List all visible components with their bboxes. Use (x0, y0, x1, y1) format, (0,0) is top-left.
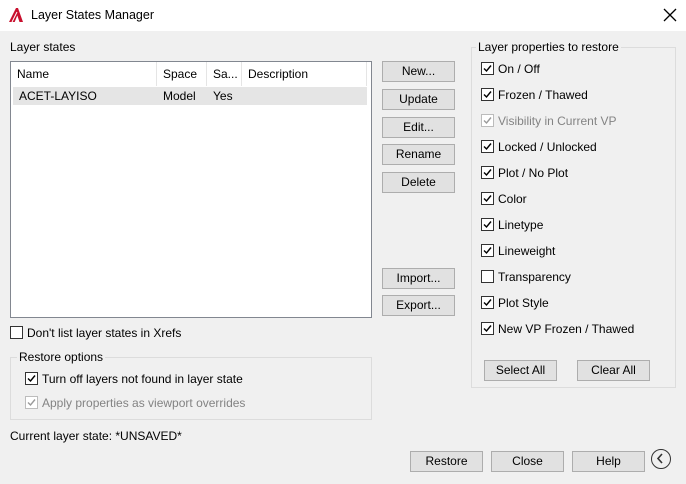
export-button[interactable]: Export... (382, 295, 455, 316)
collapse-button[interactable] (651, 449, 671, 469)
update-button-label: Update (399, 92, 438, 106)
delete-button-label: Delete (401, 175, 436, 189)
property-option[interactable]: Frozen / Thawed (481, 87, 588, 105)
window-title: Layer States Manager (31, 8, 154, 22)
property-option[interactable]: Plot / No Plot (481, 165, 568, 183)
property-checkbox[interactable] (481, 296, 494, 310)
property-checkbox[interactable] (481, 244, 494, 258)
property-option[interactable]: Lineweight (481, 243, 555, 261)
property-checkbox[interactable] (481, 140, 494, 154)
cell-name: ACET-LAYISO (19, 89, 97, 103)
close-icon (663, 8, 677, 22)
update-button[interactable]: Update (382, 89, 455, 110)
xrefs-checkbox[interactable] (10, 326, 23, 340)
chevron-left-icon (656, 453, 663, 464)
import-button[interactable]: Import... (382, 268, 455, 289)
restore-option-viewport-overrides: Apply properties as viewport overrides (25, 395, 245, 413)
close-label: Close (512, 454, 543, 468)
edit-button-label: Edit... (403, 120, 434, 134)
column-header-name[interactable]: Name (11, 62, 157, 86)
property-label: Transparency (498, 269, 571, 284)
export-button-label: Export... (396, 298, 441, 312)
restore-label: Restore (425, 454, 468, 468)
help-button[interactable]: Help (572, 451, 645, 472)
table-row[interactable]: ACET-LAYISO Model Yes (13, 87, 367, 105)
viewport-overrides-checkbox (25, 396, 38, 410)
property-label: New VP Frozen / Thawed (498, 321, 635, 336)
cell-saved: Yes (213, 89, 233, 103)
property-checkbox[interactable] (481, 322, 494, 336)
new-button-label: New... (401, 64, 436, 78)
property-option[interactable]: Linetype (481, 217, 543, 235)
property-option[interactable]: Plot Style (481, 295, 549, 313)
layer-states-label: Layer states (10, 40, 76, 54)
column-header-saved[interactable]: Sa... (207, 62, 242, 86)
property-label: Visibility in Current VP (498, 113, 617, 128)
property-label: Locked / Unlocked (498, 139, 597, 154)
restore-button[interactable]: Restore (410, 451, 483, 472)
turn-off-label: Turn off layers not found in layer state (42, 371, 243, 386)
property-option[interactable]: Color (481, 191, 527, 209)
property-label: On / Off (498, 61, 540, 76)
property-option[interactable]: New VP Frozen / Thawed (481, 321, 634, 339)
viewport-overrides-label: Apply properties as viewport overrides (42, 395, 246, 410)
property-checkbox[interactable] (481, 218, 494, 232)
clear-all-button[interactable]: Clear All (577, 360, 650, 381)
property-checkbox[interactable] (481, 166, 494, 180)
property-checkbox[interactable] (481, 88, 494, 102)
current-layer-state: Current layer state: *UNSAVED* (10, 429, 182, 443)
delete-button[interactable]: Delete (382, 172, 455, 193)
property-label: Color (498, 191, 527, 206)
property-label: Plot Style (498, 295, 549, 310)
xrefs-option[interactable]: Don't list layer states in Xrefs (10, 325, 181, 343)
restore-options-label: Restore options (17, 350, 106, 364)
select-all-label: Select All (495, 363, 546, 377)
close-button[interactable]: Close (491, 451, 564, 472)
turn-off-checkbox[interactable] (25, 372, 38, 386)
property-checkbox[interactable] (481, 62, 494, 76)
property-label: Frozen / Thawed (498, 87, 588, 102)
autocad-app-icon (9, 8, 23, 23)
new-button[interactable]: New... (382, 61, 455, 82)
property-checkbox[interactable] (481, 192, 494, 206)
cell-space: Model (163, 89, 196, 103)
edit-button[interactable]: Edit... (382, 117, 455, 138)
property-label: Lineweight (498, 243, 556, 258)
help-label: Help (596, 454, 621, 468)
property-option[interactable]: Transparency (481, 269, 571, 287)
property-checkbox[interactable] (481, 270, 494, 284)
column-header-space[interactable]: Space (157, 62, 207, 86)
property-label: Linetype (498, 217, 544, 232)
properties-label: Layer properties to restore (476, 40, 621, 54)
cell-description (242, 87, 248, 105)
rename-button[interactable]: Rename (382, 144, 455, 165)
xrefs-label: Don't list layer states in Xrefs (27, 325, 182, 340)
select-all-button[interactable]: Select All (484, 360, 557, 381)
close-window-button[interactable] (660, 5, 680, 25)
property-option[interactable]: Locked / Unlocked (481, 139, 597, 157)
clear-all-label: Clear All (591, 363, 636, 377)
import-button-label: Import... (396, 271, 441, 285)
property-option: Visibility in Current VP (481, 113, 617, 131)
rename-button-label: Rename (395, 147, 442, 161)
property-label: Plot / No Plot (498, 165, 569, 180)
column-header-description[interactable]: Description (242, 62, 367, 86)
layer-states-list[interactable]: Name Space Sa... Description ACET-LAYISO… (10, 61, 372, 318)
restore-option-turn-off[interactable]: Turn off layers not found in layer state (25, 371, 243, 389)
property-option[interactable]: On / Off (481, 61, 540, 79)
property-checkbox (481, 114, 494, 128)
